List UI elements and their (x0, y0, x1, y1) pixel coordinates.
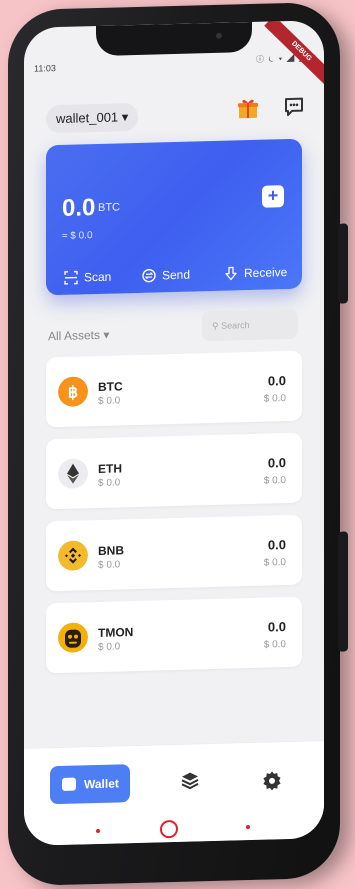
svg-text:฿: ฿ (68, 385, 78, 402)
receive-label: Receive (244, 265, 288, 281)
wallet-selector[interactable]: wallet_001 ▾ (46, 102, 139, 134)
home-button[interactable] (160, 819, 178, 839)
asset-usd: $ 0.0 (263, 557, 286, 569)
camera-icon (216, 32, 222, 39)
asset-row-tmon[interactable]: TMON $ 0.0 0.0 $ 0.0 (46, 596, 302, 674)
wallet-icon (62, 777, 76, 791)
receive-button[interactable]: Receive (224, 265, 287, 281)
scan-label: Scan (84, 269, 112, 285)
layers-icon[interactable] (180, 770, 200, 791)
tab-wallet[interactable]: Wallet (50, 764, 130, 805)
scan-icon (64, 270, 78, 285)
recent-apps-button[interactable] (96, 828, 100, 834)
phone-screen: 11:03 ⓘ ⏾ ▾ ◢ ◢ ▮ DEBUG wallet_001 ▾ 0.0… (24, 20, 324, 846)
camera-notch (96, 21, 252, 57)
asset-symbol: TMON (98, 625, 134, 640)
asset-symbol: BTC (98, 379, 123, 394)
send-label: Send (162, 267, 191, 283)
search-input[interactable]: ⚲ Search (202, 308, 298, 342)
scan-button[interactable]: Scan (64, 270, 111, 285)
status-time: 11:03 (34, 63, 56, 74)
send-button[interactable]: Send (142, 268, 190, 283)
asset-fiat: $ 0.0 (98, 477, 121, 489)
balance-amount: 0.0 (62, 194, 96, 222)
message-icon[interactable] (282, 95, 306, 120)
search-placeholder: Search (221, 320, 250, 331)
power-button (338, 531, 348, 652)
asset-amount: 0.0 (267, 373, 286, 389)
ethereum-icon (58, 458, 88, 489)
search-icon: ⚲ (212, 320, 219, 332)
balance-card: 0.0 BTC ≈ $ 0.0 + Scan Send Receive (46, 138, 302, 296)
asset-usd: $ 0.0 (263, 639, 286, 651)
asset-amount: 0.0 (267, 619, 286, 635)
balance-unit: BTC (98, 201, 120, 214)
asset-symbol: BNB (98, 543, 124, 558)
back-button[interactable] (246, 825, 250, 830)
asset-fiat: $ 0.0 (98, 641, 121, 653)
binance-icon (58, 540, 88, 571)
phone-frame: 11:03 ⓘ ⏾ ▾ ◢ ◢ ▮ DEBUG wallet_001 ▾ 0.0… (8, 1, 348, 887)
send-icon (142, 268, 156, 283)
asset-symbol: ETH (98, 461, 122, 476)
volume-button (338, 223, 348, 304)
asset-row-bnb[interactable]: BNB $ 0.0 0.0 $ 0.0 (46, 514, 302, 592)
add-wallet-button[interactable]: + (262, 185, 284, 208)
asset-amount: 0.0 (267, 455, 286, 471)
bottom-navigation: Wallet (24, 740, 324, 821)
tmon-icon (58, 622, 88, 653)
asset-amount: 0.0 (267, 537, 286, 553)
asset-fiat: $ 0.0 (98, 395, 121, 407)
asset-fiat: $ 0.0 (98, 559, 121, 571)
gift-icon[interactable] (236, 96, 260, 121)
asset-usd: $ 0.0 (263, 475, 286, 487)
tab-wallet-label: Wallet (84, 776, 119, 792)
asset-row-btc[interactable]: ฿ BTC $ 0.0 0.0 $ 0.0 (46, 350, 302, 428)
asset-usd: $ 0.0 (263, 393, 286, 405)
balance-fiat: ≈ $ 0.0 (62, 230, 93, 242)
bitcoin-icon: ฿ (58, 376, 88, 407)
settings-gear-icon[interactable] (262, 770, 282, 791)
assets-filter-dropdown[interactable]: All Assets ▾ (48, 328, 109, 344)
asset-row-eth[interactable]: ETH $ 0.0 0.0 $ 0.0 (46, 432, 302, 510)
receive-icon (225, 266, 237, 281)
